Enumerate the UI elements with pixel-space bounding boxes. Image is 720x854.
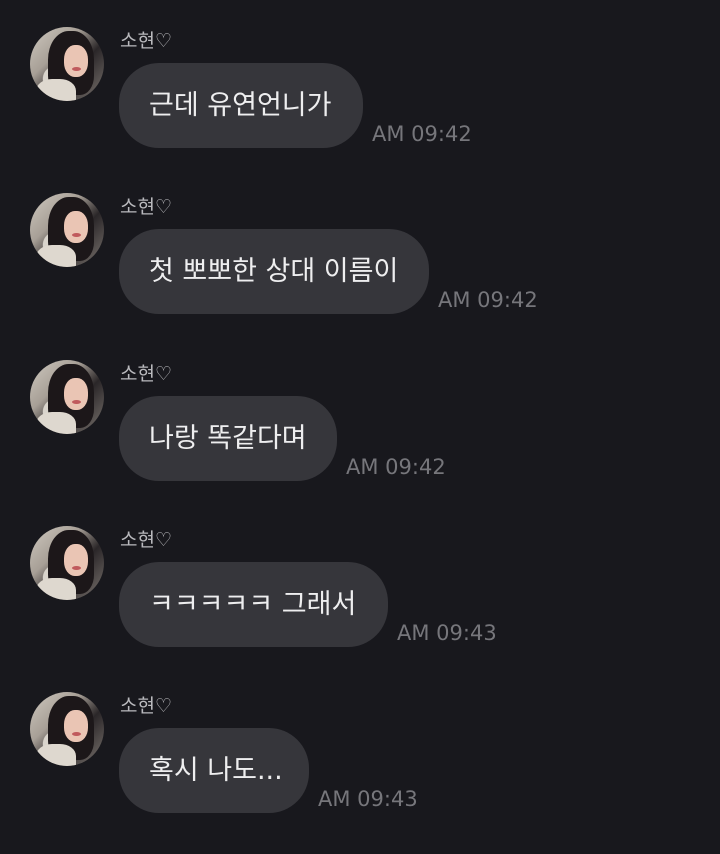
sender-name: 소현♡ [120, 30, 172, 52]
message-group: 소현♡ 나랑 똑같다며 AM 09:42 [0, 333, 720, 483]
message-bubble[interactable]: 혹시 나도... [119, 728, 309, 813]
avatar[interactable] [30, 193, 104, 267]
message-time: AM 09:43 [318, 787, 418, 811]
sender-name: 소현♡ [120, 363, 172, 385]
message-time: AM 09:43 [397, 621, 497, 645]
message-time: AM 09:42 [372, 122, 472, 146]
avatar-lips [72, 67, 81, 71]
avatar[interactable] [30, 360, 104, 434]
sender-name: 소현♡ [120, 529, 172, 551]
message-group: 소현♡ ㅋㅋㅋㅋㅋ 그래서 AM 09:43 [0, 499, 720, 649]
message-bubble[interactable]: 나랑 똑같다며 [119, 396, 337, 481]
message-time: AM 09:42 [346, 455, 446, 479]
avatar-lips [72, 233, 81, 237]
avatar-shirt [36, 245, 76, 267]
avatar-lips [72, 400, 81, 404]
avatar-face [64, 211, 88, 243]
sender-name: 소현♡ [120, 695, 172, 717]
message-time: AM 09:42 [438, 288, 538, 312]
avatar-face [64, 378, 88, 410]
message-group: 소현♡ 혹시 나도... AM 09:43 [0, 665, 720, 815]
avatar-face [64, 45, 88, 77]
avatar-lips [72, 732, 81, 736]
sender-name: 소현♡ [120, 196, 172, 218]
message-group: 소현♡ 첫 뽀뽀한 상대 이름이 AM 09:42 [0, 166, 720, 316]
message-group: 소현♡ 근데 유연언니가 AM 09:42 [0, 0, 720, 150]
message-bubble[interactable]: 첫 뽀뽀한 상대 이름이 [119, 229, 429, 314]
avatar[interactable] [30, 526, 104, 600]
avatar-shirt [36, 744, 76, 766]
avatar[interactable] [30, 692, 104, 766]
avatar-lips [72, 566, 81, 570]
chat-message-list[interactable]: 소현♡ 근데 유연언니가 AM 09:42 소현♡ 첫 뽀뽀한 상대 이름이 A… [0, 0, 720, 854]
avatar-shirt [36, 578, 76, 600]
avatar[interactable] [30, 27, 104, 101]
avatar-face [64, 710, 88, 742]
avatar-face [64, 544, 88, 576]
message-bubble[interactable]: ㅋㅋㅋㅋㅋ 그래서 [119, 562, 388, 647]
avatar-shirt [36, 412, 76, 434]
message-bubble[interactable]: 근데 유연언니가 [119, 63, 363, 148]
avatar-shirt [36, 79, 76, 101]
